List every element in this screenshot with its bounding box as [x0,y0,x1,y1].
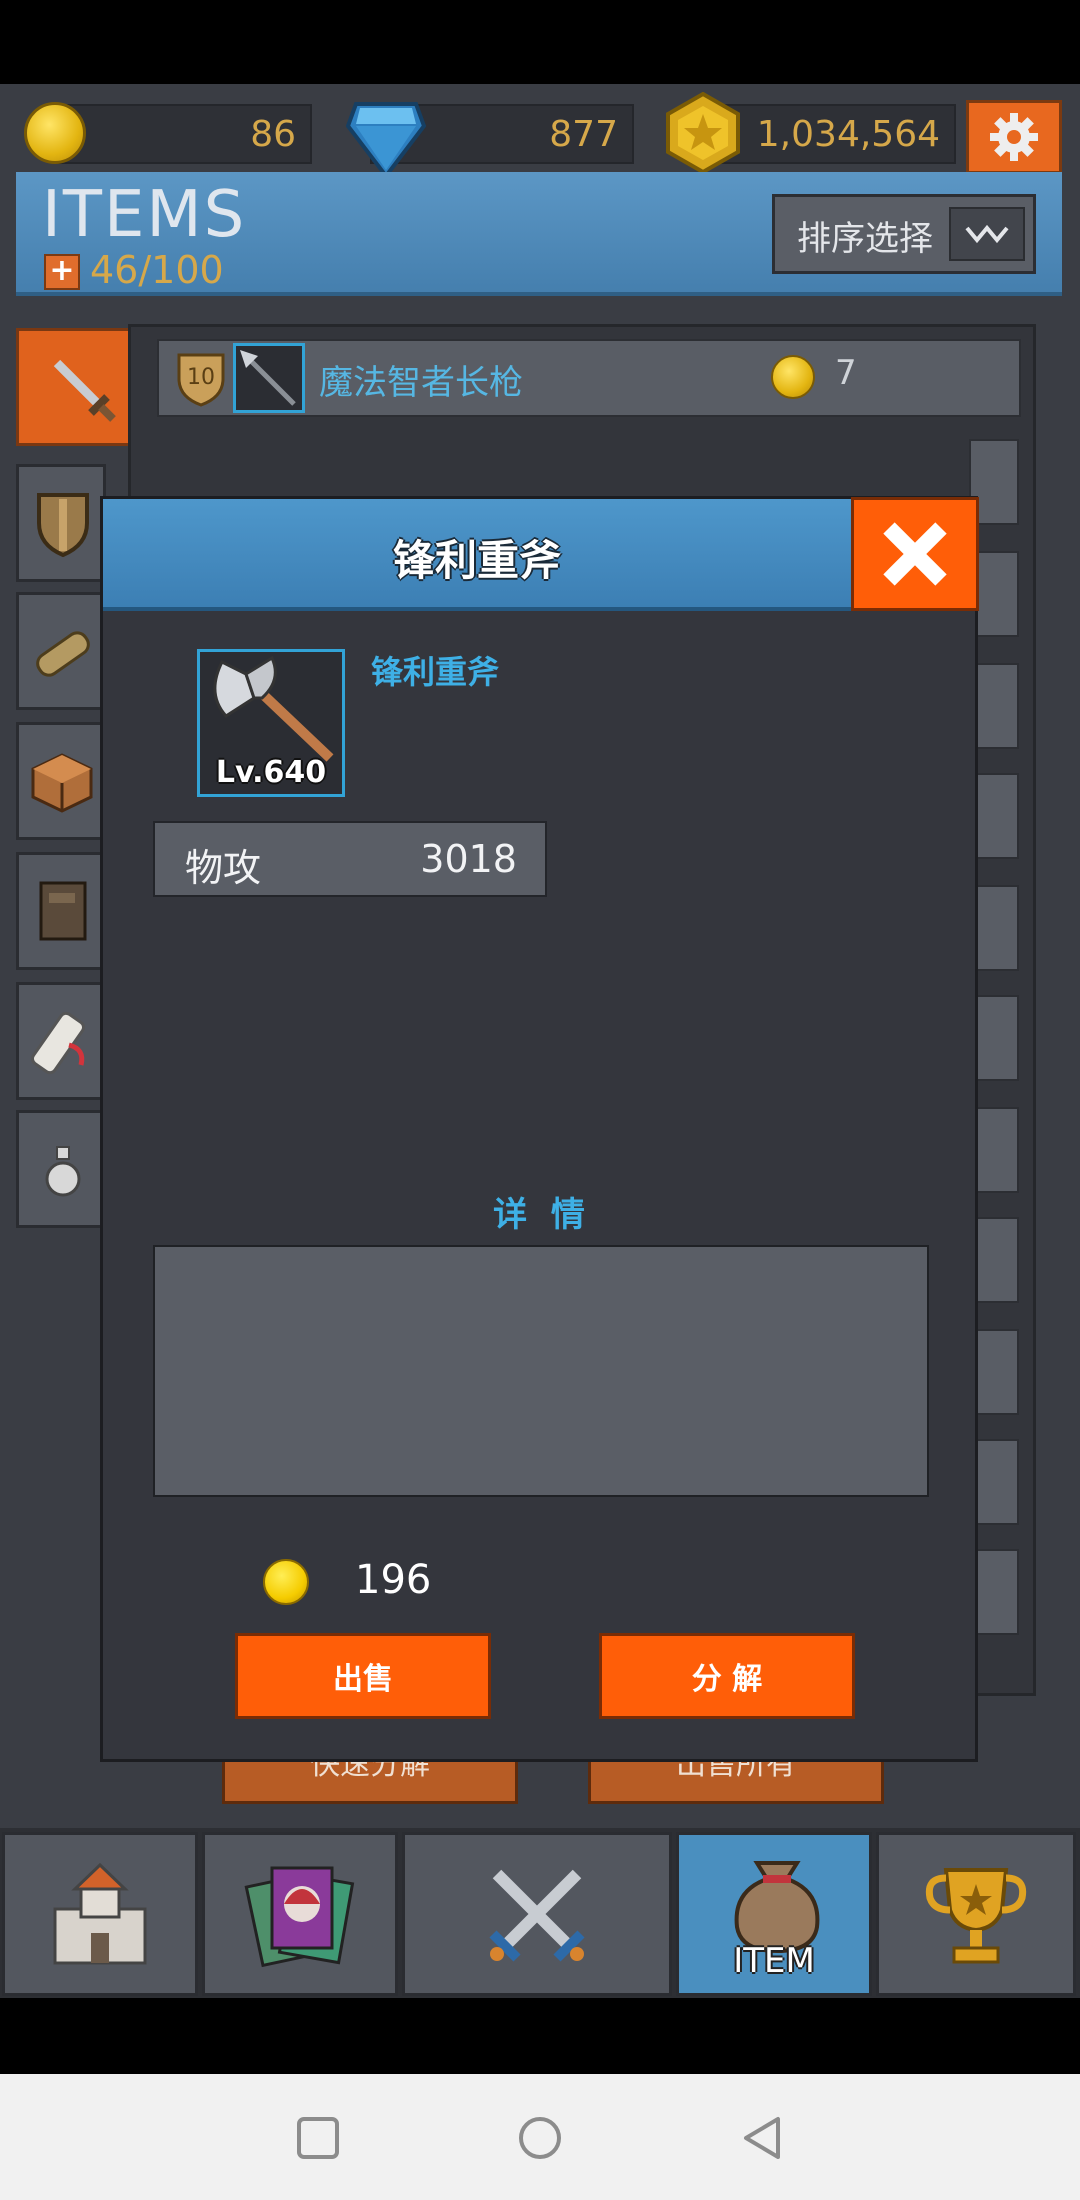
castle-icon [53,1862,147,1965]
trophy-icon [925,1868,1027,1964]
bottom-nav: ITEM [0,1828,1080,1998]
settings-button[interactable] [966,100,1062,174]
item-count: 7 [835,353,857,393]
details-box [153,1245,929,1497]
sell-button[interactable]: 出售 [235,1633,491,1719]
coin-icon [263,1559,309,1605]
currency-bar: 86 877 1,034,564 [0,84,1080,178]
item-thumb [233,343,305,413]
gold-medal-icon [666,92,740,174]
game-screen: 86 877 1,034,564 ITEMS + 46/100 排序选择 10 … [0,84,1080,1998]
stat-value: 3018 [420,837,517,881]
crate-icon [31,753,93,813]
dialog-title: 锋利重斧 [392,536,561,585]
recents-icon[interactable] [296,2116,340,2160]
item-name: 魔法智者长枪 [319,363,523,403]
book-icon [39,881,87,941]
details-heading: 详 情 [493,1195,591,1235]
coin-counter: 86 [56,104,312,164]
sort-label: 排序选择 [797,219,933,259]
page-title: ITEMS [42,178,247,252]
nav-castle[interactable] [2,1832,198,1996]
item-level: 10 [187,365,215,390]
chevron-down-icon [965,224,1009,244]
sell-price: 196 [355,1557,432,1603]
back-icon[interactable] [740,2115,784,2161]
home-icon[interactable] [517,2115,563,2161]
log-icon [36,631,90,677]
gem-icon [346,102,426,178]
nav-heroes[interactable] [202,1832,398,1996]
crossed-swords-icon [489,1869,585,1962]
hero-cards-icon [244,1866,355,1968]
potion-icon [45,1146,81,1197]
inventory-capacity: 46/100 [90,248,224,292]
gear-icon [990,113,1038,161]
close-icon [883,522,947,586]
nav-items-label: ITEM [733,1941,815,1981]
nav-achievements[interactable] [876,1832,1076,1996]
tab-scrolls[interactable] [16,982,106,1100]
axe-icon [213,655,334,762]
nav-items[interactable]: ITEM [676,1832,872,1996]
sort-select-button[interactable]: 排序选择 [772,194,1036,274]
expand-capacity-button[interactable]: + [44,254,80,290]
tab-armor[interactable] [16,464,106,582]
tab-books[interactable] [16,852,106,970]
gem-amount: 877 [549,114,618,155]
close-button[interactable] [851,497,979,611]
item-name: 锋利重斧 [371,653,500,691]
shield-icon [37,493,89,558]
system-nav-bar [0,2074,1080,2200]
stat-name: 物攻 [185,846,262,890]
item-icon-frame: Lv.640 [197,649,345,797]
sort-dropdown-toggle[interactable] [949,207,1025,261]
scroll-icon [31,1011,85,1075]
gold-amount: 1,034,564 [756,114,940,155]
items-header: ITEMS + 46/100 排序选择 [16,172,1062,296]
coin-icon [24,102,86,164]
spear-icon [240,350,296,406]
decompose-button[interactable]: 分 解 [599,1633,855,1719]
coin-icon [771,355,815,399]
tab-materials[interactable] [16,592,106,710]
nav-battle[interactable] [402,1832,672,1996]
list-item[interactable]: 10 魔法智者长枪 7 [157,339,1021,417]
tab-weapons[interactable] [16,328,146,446]
stat-row: 物攻 3018 [153,821,547,897]
sword-icon [53,359,116,422]
item-level: Lv.640 [215,755,327,790]
coin-amount: 86 [250,114,296,155]
item-detail-dialog: 锋利重斧 Lv.640 锋利重斧 物攻 3018 详 情 196 出售 分 解 [100,496,979,1762]
dialog-header: 锋利重斧 [103,499,851,611]
tab-potions[interactable] [16,1110,106,1228]
tab-chests[interactable] [16,722,106,840]
status-bar [0,0,1080,84]
